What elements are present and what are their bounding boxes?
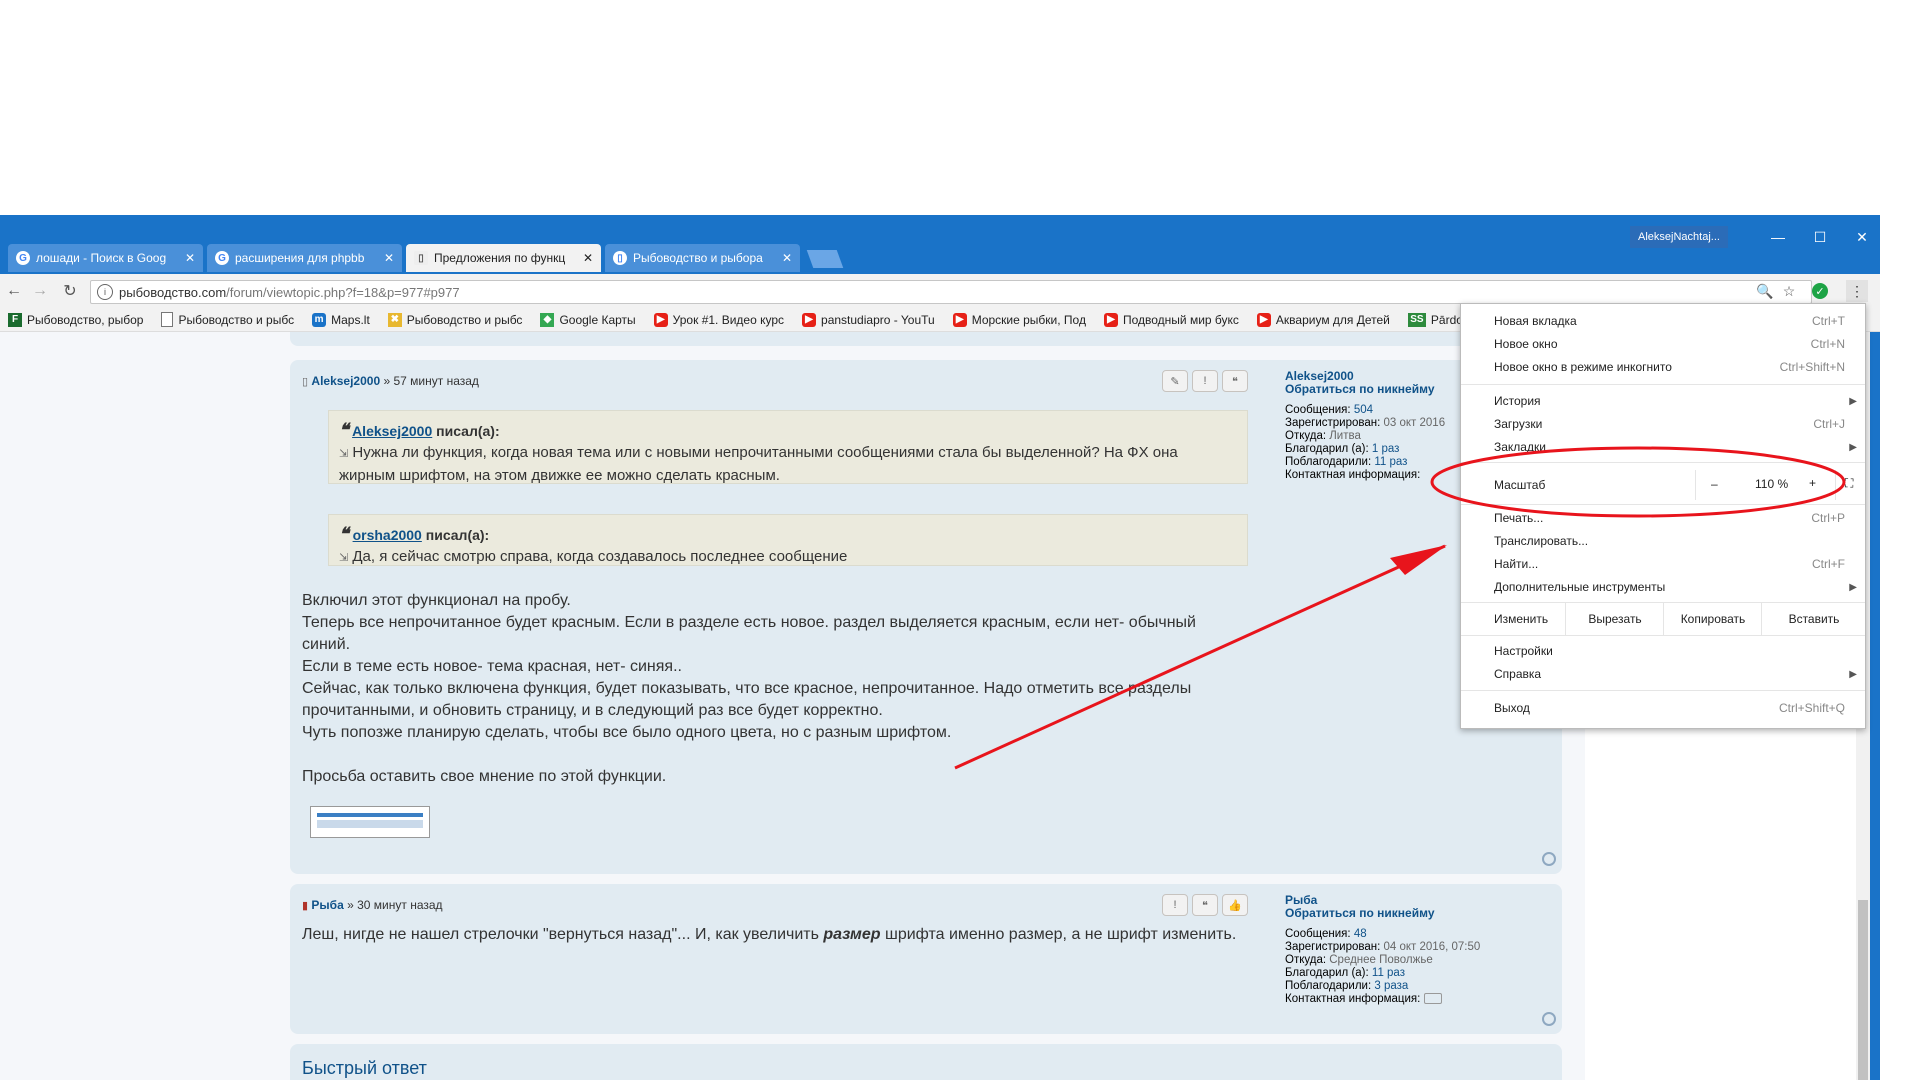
annotation-ellipse bbox=[1430, 446, 1846, 518]
annotation-overlay bbox=[954, 446, 1846, 770]
annotation-arrow-line bbox=[954, 544, 1446, 770]
annotation-arrow-head bbox=[1390, 545, 1447, 575]
